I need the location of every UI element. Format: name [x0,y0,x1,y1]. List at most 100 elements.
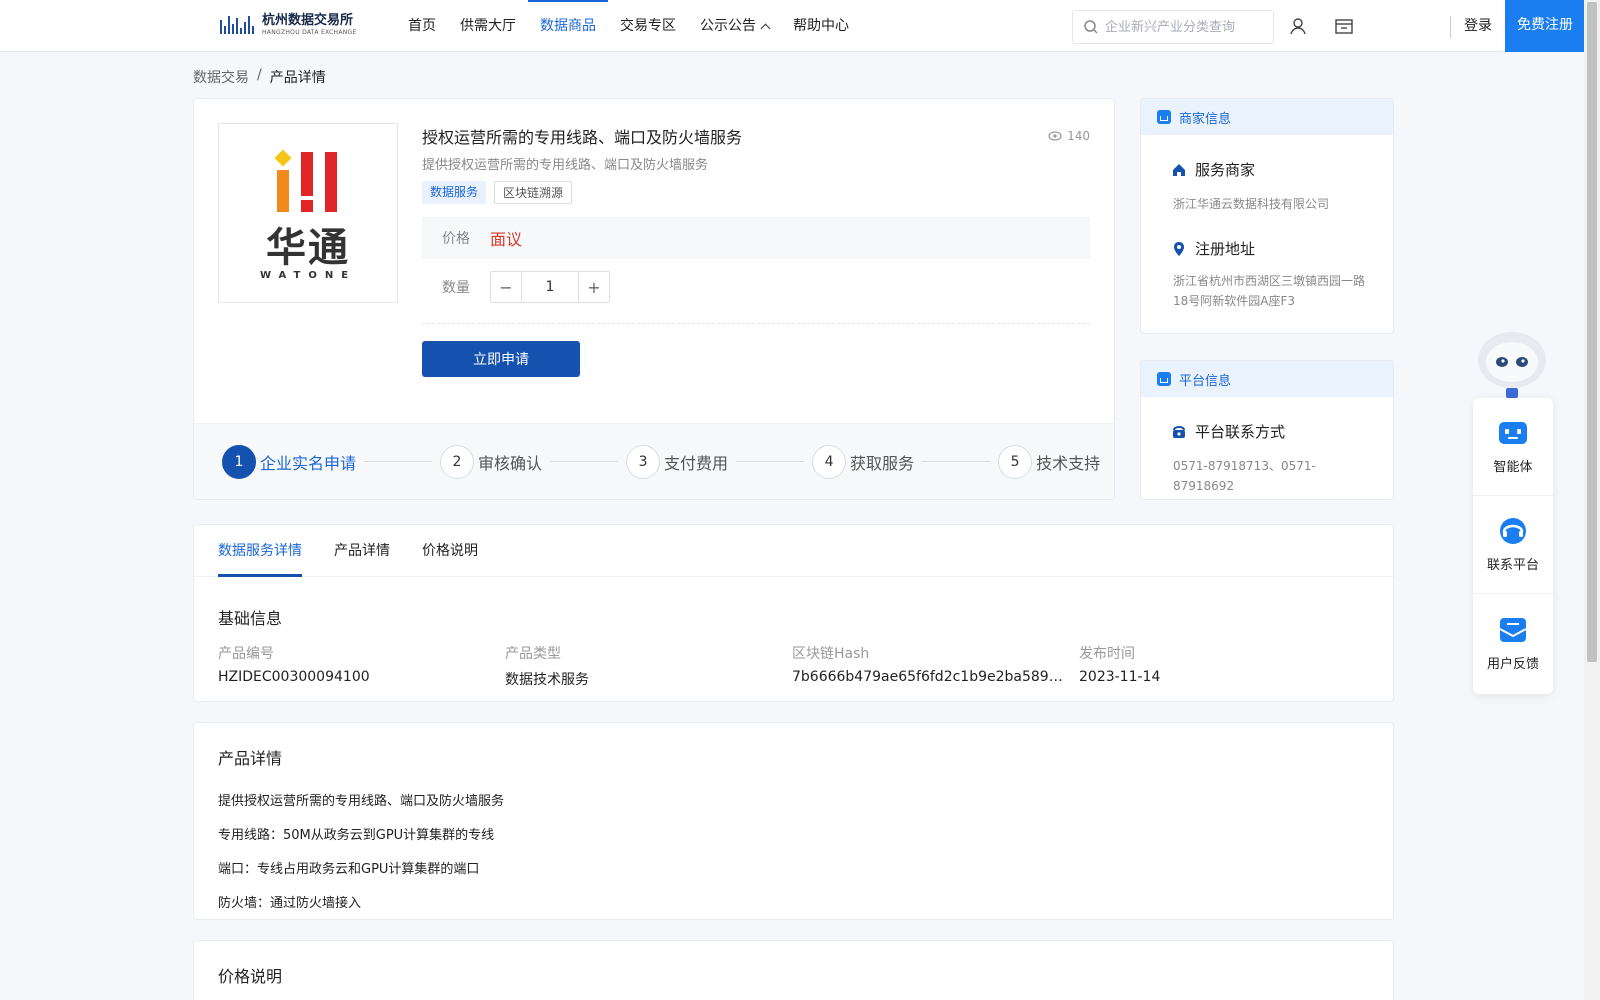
home-icon [1173,163,1185,176]
product-detail-card: 产品详情 提供授权运营所需的专用线路、端口及防火墙服务 专用线路：50M从政务云… [193,722,1394,920]
robot-icon [1499,422,1527,444]
detail-tabs: 数据服务详情 产品详情 价格说明 [194,525,1393,577]
breadcrumb-current: 产品详情 [269,70,326,86]
step-label: 企业实名申请 [260,453,357,473]
tab-service-details[interactable]: 数据服务详情 [218,525,302,577]
location-pin-icon [1174,241,1184,256]
tab-price-notes[interactable]: 价格说明 [422,525,478,577]
service-merchant-title: 服务商家 [1171,159,1393,180]
address-label: 注册地址 [1195,240,1256,258]
platform-contact-value: 0571-87918713、0571-87918692 [1173,459,1316,493]
nav-announcements[interactable]: 公示公告 [688,0,781,52]
step-label: 技术支持 [1036,453,1101,473]
quantity-row: 数量 − 1 + [442,271,610,303]
logo-bars-icon [220,12,256,38]
price-row: 价格 面议 [422,217,1090,259]
quantity-stepper: − 1 + [490,271,610,303]
search-input[interactable] [1105,19,1265,35]
login-link[interactable]: 登录 [1464,0,1492,52]
float-contact-label: 联系平台 [1486,558,1539,573]
step-number: 4 [812,444,847,479]
info-label: 区块链Hash [792,646,870,662]
process-steps: 1 企业实名申请 2 审核确认 3 支付费用 4 获取服务 5 技术支持 [194,423,1114,499]
detail-line: 专用线路：50M从政务云到GPU计算集群的专线 [218,828,495,843]
step-label: 支付费用 [664,453,729,473]
float-feedback-label: 用户反馈 [1486,656,1539,672]
step-connector [550,461,619,462]
quantity-value[interactable]: 1 [521,272,579,302]
assistant-robot-icon[interactable] [1472,326,1552,402]
step-number: 2 [440,444,475,479]
service-detail-card: 数据服务详情 产品详情 价格说明 基础信息 产品编号 HZIDEC0030009… [193,524,1394,702]
headset-icon [1500,518,1526,544]
user-icon[interactable] [1286,14,1310,38]
header-divider [1450,16,1451,38]
tag-blockchain: 区块链溯源 [494,181,573,204]
step-label: 获取服务 [850,453,915,473]
info-label: 产品编号 [218,646,274,662]
merchant-header: 商家信息 [1141,99,1393,135]
nav-help[interactable]: 帮助中心 [781,0,861,52]
basic-info-title: 基础信息 [218,609,283,628]
nav-home[interactable]: 首页 [396,0,448,52]
step-connector [736,461,805,462]
detail-line: 提供授权运营所需的专用线路、端口及防火墙服务 [218,794,505,809]
step-3: 3 支付费用 [626,444,729,479]
info-publish-date: 发布时间 2023-11-14 [1079,643,1366,689]
product-logo-en: WATONE [259,269,357,281]
page-scrollbar[interactable] [1584,0,1600,1000]
service-merchant-label: 服务商家 [1195,161,1256,179]
product-card: 华通 WATONE 授权运营所需的专用线路、端口及防火墙服务 提供授权运营所需的… [193,98,1115,500]
step-2: 2 审核确认 [440,444,542,479]
logo-subtitle: HANGZHOU DATA EXCHANGE [262,29,357,36]
store-icon[interactable] [1332,14,1356,38]
info-product-id: 产品编号 HZIDEC00300094100 [218,643,505,689]
scrollbar-thumb[interactable] [1587,2,1597,662]
platform-header-label: 平台信息 [1179,373,1232,389]
site-logo[interactable]: 杭州数据交易所 HANGZHOU DATA EXCHANGE [220,12,357,38]
feedback-icon [1499,617,1527,642]
platform-contact-label: 平台联系方式 [1195,423,1286,441]
product-image: 华通 WATONE [218,123,398,303]
info-label: 发布时间 [1079,646,1135,662]
info-value: 数据技术服务 [505,672,589,688]
phone-icon [1173,425,1185,438]
eye-icon [1048,131,1062,141]
apply-button[interactable]: 立即申请 [422,341,580,377]
price-label: 价格 [442,231,470,247]
nav-supply-demand[interactable]: 供需大厅 [448,0,528,52]
info-value: 2023-11-14 [1079,669,1161,685]
platform-header: 平台信息 [1141,361,1393,397]
step-number: 3 [626,444,661,479]
float-contact[interactable]: 联系平台 [1473,496,1553,594]
nav-trade-zone[interactable]: 交易专区 [608,0,688,52]
dashed-divider [422,323,1090,324]
merchant-header-label: 商家信息 [1179,111,1232,127]
tab-product-details[interactable]: 产品详情 [334,525,390,577]
breadcrumb: 数据交易 / 产品详情 [193,67,326,87]
info-label: 产品类型 [505,646,561,662]
step-1: 1 企业实名申请 [222,444,357,479]
platform-info-card: 平台信息 平台联系方式 0571-87918713、0571-87918692 [1140,360,1394,500]
increment-button[interactable]: + [579,272,609,302]
calendar-icon [1157,110,1171,124]
info-value: 7b6666b479ae65f6fd2c1b9e2ba589bf159… [792,669,1067,685]
decrement-button[interactable]: − [491,272,521,302]
address-title: 注册地址 [1171,238,1393,259]
nav-data-products[interactable]: 数据商品 [528,0,608,52]
view-count-value: 140 [1067,129,1090,143]
step-4: 4 获取服务 [812,444,915,479]
view-count: 140 [1048,129,1090,143]
product-detail-title: 产品详情 [218,749,283,768]
address-value: 浙江省杭州市西湖区三墩镇西园一路18号阿新软件园A座F3 [1173,274,1366,308]
breadcrumb-separator: / [257,67,262,83]
top-header: 杭州数据交易所 HANGZHOU DATA EXCHANGE 首页 供需大厅 数… [0,0,1600,52]
register-button[interactable]: 免费注册 [1505,0,1585,52]
float-agent[interactable]: 智能体 [1473,398,1553,496]
float-feedback[interactable]: 用户反馈 [1473,594,1553,692]
price-value: 面议 [490,230,523,249]
step-connector [922,461,991,462]
chevron-up-icon [760,23,771,33]
service-merchant-value: 浙江华通云数据科技有限公司 [1173,197,1330,211]
breadcrumb-parent[interactable]: 数据交易 [193,67,249,87]
